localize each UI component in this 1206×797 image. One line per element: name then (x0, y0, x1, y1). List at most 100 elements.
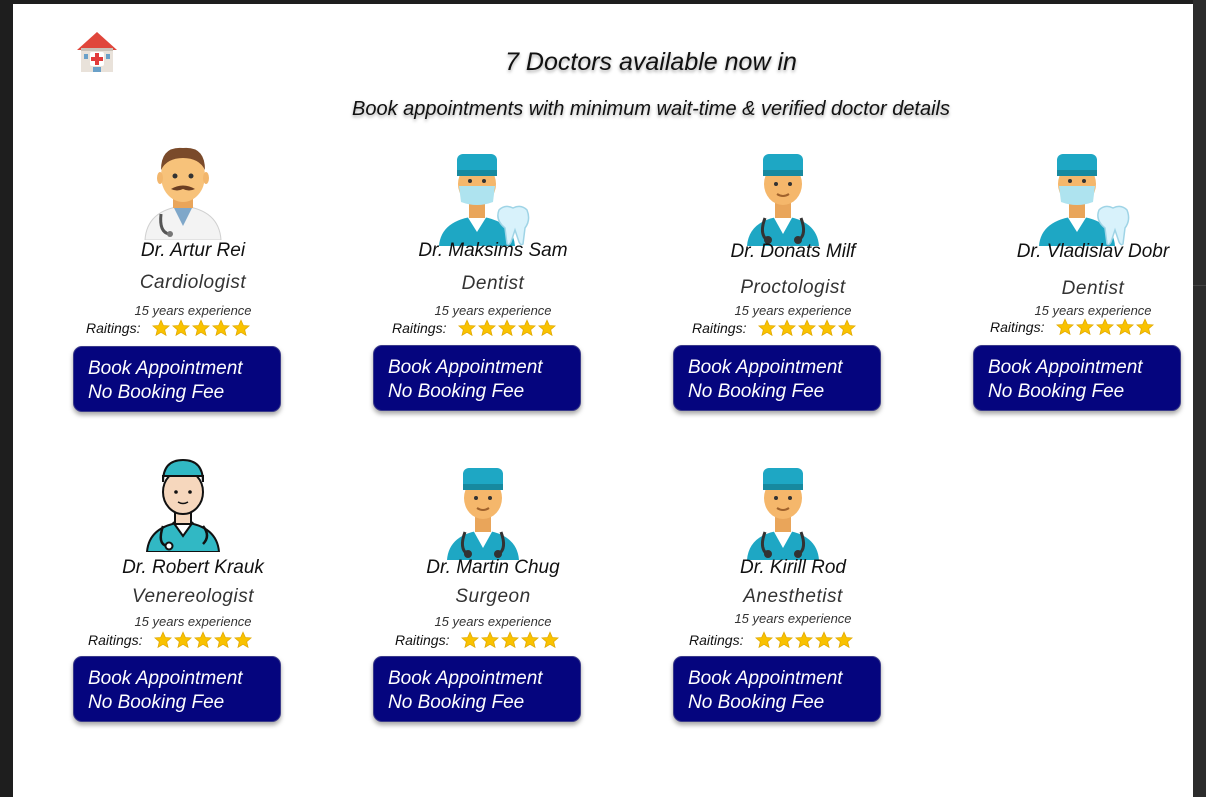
rating-label: Raitings: (689, 632, 744, 648)
book-appointment-label: Book Appointment (388, 668, 543, 689)
rating-row: Raitings: (395, 630, 560, 650)
star-icon (818, 319, 837, 337)
doctor-name: Dr. Vladislav Dobr (1016, 241, 1170, 262)
star-icon (461, 631, 480, 649)
rating-stars (755, 631, 854, 649)
booking-fee-label: No Booking Fee (688, 381, 825, 402)
doctor-experience: 15 years experience (734, 303, 852, 318)
booking-fee-label: No Booking Fee (388, 692, 525, 713)
book-appointment-label: Book Appointment (688, 357, 843, 378)
rating-label: Raitings: (392, 320, 447, 336)
star-icon (521, 631, 540, 649)
doctor-experience: 15 years experience (1034, 303, 1152, 318)
rating-stars (152, 319, 251, 337)
rating-label: Raitings: (692, 320, 747, 336)
star-icon (232, 319, 251, 337)
star-icon (214, 631, 233, 649)
doctor-name: Dr. Robert Krauk (122, 557, 264, 578)
doctor-stethoscope-icon (433, 460, 533, 560)
star-icon (758, 319, 777, 337)
star-icon (154, 631, 173, 649)
dentist-icon (433, 146, 533, 246)
doctor-experience: 15 years experience (734, 611, 852, 626)
rating-label: Raitings: (88, 632, 143, 648)
doctor-stethoscope-icon (733, 460, 833, 560)
book-appointment-button[interactable]: Book Appointment No Booking Fee (673, 656, 881, 722)
book-appointment-label: Book Appointment (988, 357, 1143, 378)
page-title: 7 Doctors available now in (505, 48, 797, 76)
star-icon (1076, 318, 1095, 336)
doctor-list-page: 7 Doctors available now in Book appointm… (13, 4, 1193, 797)
star-icon (1116, 318, 1135, 336)
doctor-stethoscope-icon (733, 146, 833, 246)
rating-label: Raitings: (395, 632, 450, 648)
rating-stars (154, 631, 253, 649)
star-icon (1136, 318, 1155, 336)
rating-row: Raitings: (86, 318, 251, 338)
doctor-card: Dr. Robert Krauk Venereologist 15 years … (73, 452, 313, 742)
doctor-specialty: Proctologist (740, 277, 846, 298)
booking-fee-label: No Booking Fee (88, 382, 225, 403)
rating-label: Raitings: (86, 320, 141, 336)
star-icon (541, 631, 560, 649)
booking-fee-label: No Booking Fee (88, 692, 225, 713)
book-appointment-button[interactable]: Book Appointment No Booking Fee (373, 656, 581, 722)
star-icon (775, 631, 794, 649)
book-appointment-label: Book Appointment (88, 668, 243, 689)
rating-row: Raitings: (88, 630, 253, 650)
doctor-experience: 15 years experience (134, 303, 252, 318)
doctor-specialty: Cardiologist (139, 272, 247, 293)
star-icon (501, 631, 520, 649)
doctor-card: Dr. Martin Chug Surgeon 15 years experie… (373, 460, 613, 750)
star-icon (481, 631, 500, 649)
star-icon (755, 631, 774, 649)
rating-row: Raitings: (990, 317, 1155, 337)
star-icon (478, 319, 497, 337)
book-appointment-button[interactable]: Book Appointment No Booking Fee (673, 345, 881, 411)
star-icon (192, 319, 211, 337)
book-appointment-button[interactable]: Book Appointment No Booking Fee (373, 345, 581, 411)
star-icon (152, 319, 171, 337)
rating-stars (461, 631, 560, 649)
doctor-card: Dr. Vladislav Dobr Dentist 15 years expe… (973, 146, 1206, 436)
rating-stars (758, 319, 857, 337)
rating-row: Raitings: (392, 318, 557, 338)
book-appointment-label: Book Appointment (88, 358, 243, 379)
doctor-card: Dr. Donats Milf Proctologist 15 years ex… (673, 146, 913, 436)
book-appointment-button[interactable]: Book Appointment No Booking Fee (73, 346, 281, 412)
doctor-experience: 15 years experience (434, 614, 552, 629)
doctor-card: Dr. Artur Rei Cardiologist 15 years expe… (73, 140, 313, 430)
rating-stars (1056, 318, 1155, 336)
book-appointment-label: Book Appointment (388, 357, 543, 378)
star-icon (1056, 318, 1075, 336)
star-icon (798, 319, 817, 337)
star-icon (194, 631, 213, 649)
star-icon (778, 319, 797, 337)
doctor-name: Dr. Martin Chug (426, 557, 560, 578)
booking-fee-label: No Booking Fee (688, 692, 825, 713)
rating-label: Raitings: (990, 319, 1045, 335)
doctor-specialty: Anesthetist (743, 586, 843, 607)
star-icon (538, 319, 557, 337)
star-icon (212, 319, 231, 337)
doctor-experience: 15 years experience (134, 614, 252, 629)
star-icon (458, 319, 477, 337)
star-icon (838, 319, 857, 337)
book-appointment-button[interactable]: Book Appointment No Booking Fee (973, 345, 1181, 411)
star-icon (518, 319, 537, 337)
doctor-outline-icon (133, 452, 233, 553)
doctor-name: Dr. Artur Rei (140, 240, 246, 261)
doctor-name: Dr. Kirill Rod (740, 557, 846, 578)
star-icon (234, 631, 253, 649)
doctor-specialty: Surgeon (455, 586, 531, 607)
book-appointment-button[interactable]: Book Appointment No Booking Fee (73, 656, 281, 722)
doctor-name: Dr. Maksims Sam (418, 240, 568, 261)
star-icon (835, 631, 854, 649)
star-icon (795, 631, 814, 649)
dentist-icon (1033, 146, 1133, 246)
booking-fee-label: No Booking Fee (388, 381, 525, 402)
page-subtitle: Book appointments with minimum wait-time… (351, 98, 951, 120)
doctor-card: Dr. Kirill Rod Anesthetist 15 years expe… (673, 460, 913, 750)
doctor-experience: 15 years experience (434, 303, 552, 318)
doctor-card: Dr. Maksims Sam Dentist 15 years experie… (373, 146, 613, 436)
